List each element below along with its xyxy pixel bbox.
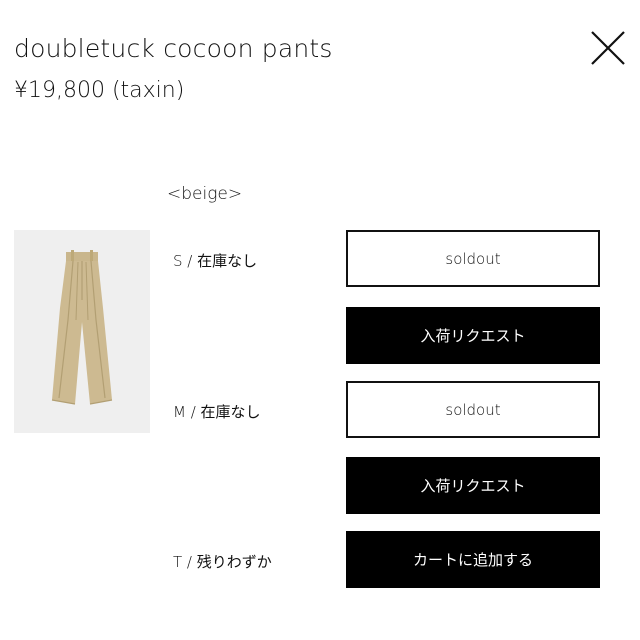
restock-request-label: 入荷リクエスト xyxy=(420,327,526,345)
soldout-button-label: soldout xyxy=(445,249,501,268)
restock-request-button-s[interactable]: 入荷リクエスト xyxy=(346,307,600,364)
close-icon xyxy=(591,31,625,65)
restock-request-label: 入荷リクエスト xyxy=(420,477,526,495)
add-to-cart-button-t[interactable]: カートに追加する xyxy=(346,531,600,588)
soldout-button-m[interactable]: soldout xyxy=(346,381,600,438)
size-label-s: S / 在庫なし xyxy=(173,252,258,270)
soldout-button-label: soldout xyxy=(445,400,501,419)
restock-request-button-m[interactable]: 入荷リクエスト xyxy=(346,457,600,514)
pants-icon xyxy=(51,250,113,405)
close-button[interactable] xyxy=(588,28,628,68)
color-label: <beige> xyxy=(167,184,243,204)
add-to-cart-label: カートに追加する xyxy=(412,551,533,569)
size-label-m: M / 在庫なし xyxy=(173,403,261,421)
product-image xyxy=(14,230,150,433)
soldout-button-s[interactable]: soldout xyxy=(346,230,600,287)
product-title: doubletuck cocoon pants xyxy=(14,34,333,63)
product-price: ¥19,800 (taxin) xyxy=(14,78,185,103)
size-label-t: T / 残りわずか xyxy=(173,553,272,571)
